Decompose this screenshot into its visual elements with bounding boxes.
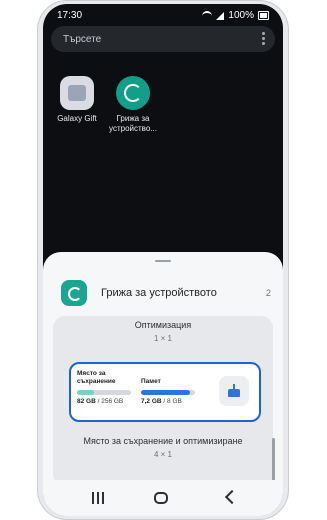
- clean-broom-icon: [228, 384, 240, 398]
- memory-used: 7,2 GB: [141, 398, 162, 405]
- widget-count: 2: [265, 288, 271, 298]
- scrollbar[interactable]: [272, 438, 275, 486]
- storage-value: 82 GB / 256 GB: [77, 398, 137, 405]
- memory-total: / 8 GB: [163, 398, 182, 405]
- widget-preview-content: Място за съхранение 82 GB / 256 GB Памет…: [77, 370, 253, 414]
- widget-sheet: Грижа за устройството 2 Оптимизация 1 × …: [43, 252, 283, 516]
- storage-total: / 256 GB: [97, 398, 124, 405]
- storage-bar-fill: [77, 390, 95, 395]
- battery-percent: 100%: [228, 10, 254, 21]
- memory-value: 7,2 GB / 8 GB: [141, 398, 195, 405]
- widget-optimization-name[interactable]: Оптимизация: [43, 320, 283, 330]
- memory-bar: [141, 390, 195, 395]
- device-care-icon: [61, 280, 87, 306]
- search-placeholder: Търсете: [63, 34, 102, 45]
- memory-section: Памет 7,2 GB / 8 GB: [141, 378, 195, 405]
- home-icon[interactable]: [154, 492, 168, 504]
- more-options-icon[interactable]: [262, 32, 265, 47]
- device-screen: 17:30 100% Търсете Galaxy Gift Грижа за …: [43, 4, 283, 516]
- app-device-care[interactable]: Грижа за устройство...: [105, 76, 161, 134]
- back-icon[interactable]: [224, 489, 240, 505]
- status-right: 100%: [202, 10, 269, 21]
- gift-box-icon: [60, 76, 94, 110]
- recents-icon[interactable]: [92, 492, 104, 504]
- storage-section: Място за съхранение 82 GB / 256 GB: [77, 370, 137, 405]
- signal-icon: [216, 11, 225, 20]
- sheet-handle[interactable]: [155, 260, 171, 262]
- app-label: Грижа за устройство...: [109, 114, 157, 133]
- wifi-icon: [202, 10, 213, 21]
- widget-storage-size: 4 × 1: [153, 450, 172, 459]
- battery-icon: [258, 11, 269, 20]
- storage-widget-preview[interactable]: Място за съхранение 82 GB / 256 GB Памет…: [69, 362, 261, 422]
- device-care-icon: [116, 76, 150, 110]
- status-time: 17:30: [57, 10, 83, 21]
- navigation-bar: [43, 480, 283, 516]
- sheet-title: Грижа за устройството: [101, 287, 217, 299]
- status-bar: 17:30 100%: [43, 4, 283, 26]
- storage-used: 82 GB: [77, 398, 96, 405]
- sheet-header: Грижа за устройството 2: [61, 280, 271, 308]
- clean-button: [219, 376, 249, 406]
- search-bar[interactable]: Търсете: [51, 26, 275, 52]
- storage-bar: [77, 390, 131, 395]
- app-galaxy-gift[interactable]: Galaxy Gift: [49, 76, 105, 124]
- app-label: Galaxy Gift: [57, 114, 97, 123]
- memory-bar-fill: [141, 390, 190, 395]
- storage-label: Място за съхранение: [77, 370, 116, 385]
- widget-storage-name[interactable]: Място за съхранение и оптимизиране: [43, 436, 283, 446]
- widget-optimization-size: 1 × 1: [153, 334, 172, 343]
- memory-label: Памет: [141, 378, 161, 385]
